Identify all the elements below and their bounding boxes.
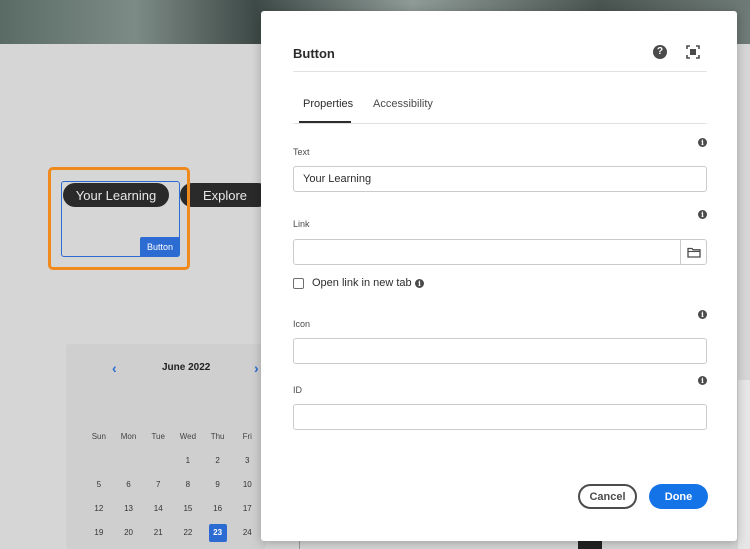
calendar-day[interactable]: 7 [143, 478, 173, 492]
calendar-day[interactable]: 15 [173, 502, 203, 516]
id-field[interactable] [293, 404, 707, 430]
calendar-day-empty [143, 454, 173, 468]
folder-icon [686, 247, 701, 258]
calendar-day[interactable]: 6 [114, 478, 144, 492]
icon-field[interactable] [293, 338, 707, 364]
calendar-day[interactable]: 21 [143, 526, 173, 540]
browse-link-button[interactable] [680, 239, 707, 265]
calendar-weekday: Sun [91, 432, 106, 441]
calendar-day[interactable]: 9 [203, 478, 233, 492]
tab-accessibility[interactable]: Accessibility [373, 98, 433, 126]
calendar-day[interactable]: 17 [232, 502, 262, 516]
button-properties-dialog: Button ? Properties Accessibility i Text… [261, 11, 737, 541]
link-field[interactable] [293, 239, 681, 265]
info-icon[interactable]: i [698, 310, 707, 319]
text-field[interactable]: Your Learning [293, 166, 707, 192]
calendar-day[interactable]: 23 [208, 524, 227, 542]
info-icon[interactable]: i [698, 138, 707, 147]
info-icon[interactable]: i [698, 376, 707, 385]
calendar-month-title: June 2022 [162, 362, 211, 373]
divider [293, 71, 707, 72]
background-side-panel [738, 380, 750, 549]
calendar-day-empty [84, 454, 114, 468]
cancel-button[interactable]: Cancel [578, 484, 637, 509]
divider [293, 123, 707, 124]
chevron-left-icon[interactable]: ‹ [112, 360, 117, 376]
info-icon[interactable]: i [415, 279, 424, 288]
calendar-day[interactable]: 13 [114, 502, 144, 516]
help-icon[interactable]: ? [653, 45, 667, 59]
calendar-day[interactable]: 5 [84, 478, 114, 492]
calendar-day-empty [114, 454, 144, 468]
calendar-day[interactable]: 3 [232, 454, 262, 468]
chevron-right-icon[interactable]: › [254, 360, 259, 376]
calendar-day[interactable]: 2 [203, 454, 233, 468]
open-in-new-tab-label[interactable]: Open link in new tab [312, 277, 412, 289]
open-in-new-tab-checkbox[interactable] [293, 278, 304, 289]
calendar-day[interactable]: 1 [173, 454, 203, 468]
icon-field-label: Icon [293, 319, 311, 329]
link-field-label: Link [293, 219, 310, 229]
calendar-weekday: Thu [210, 432, 225, 441]
divider [299, 541, 300, 549]
calendar-weekday: Mon [120, 432, 137, 441]
nav-pill-explore[interactable]: Explore [180, 183, 270, 207]
calendar-day[interactable]: 20 [114, 526, 144, 540]
id-field-label: ID [293, 385, 302, 395]
calendar-day[interactable]: 24 [232, 526, 262, 540]
fullscreen-icon[interactable] [685, 44, 701, 60]
calendar-weekday: Wed [179, 432, 197, 441]
calendar-day[interactable]: 10 [232, 478, 262, 492]
avatar [578, 541, 602, 549]
dialog-title: Button [293, 46, 335, 61]
calendar-day[interactable]: 14 [143, 502, 173, 516]
calendar-weekday: Fri [242, 432, 252, 441]
text-field-label: Text [293, 147, 310, 157]
calendar-widget: ‹ June 2022 › SunMonTueWedThuFriSat12345… [66, 344, 283, 549]
selection-highlight [48, 167, 190, 270]
calendar-day[interactable]: 8 [173, 478, 203, 492]
info-icon[interactable]: i [698, 210, 707, 219]
done-button[interactable]: Done [649, 484, 708, 509]
calendar-day[interactable]: 22 [173, 526, 203, 540]
calendar-weekday: Tue [151, 432, 165, 441]
calendar-day[interactable]: 19 [84, 526, 114, 540]
calendar-day[interactable]: 12 [84, 502, 114, 516]
calendar-day[interactable]: 16 [203, 502, 233, 516]
